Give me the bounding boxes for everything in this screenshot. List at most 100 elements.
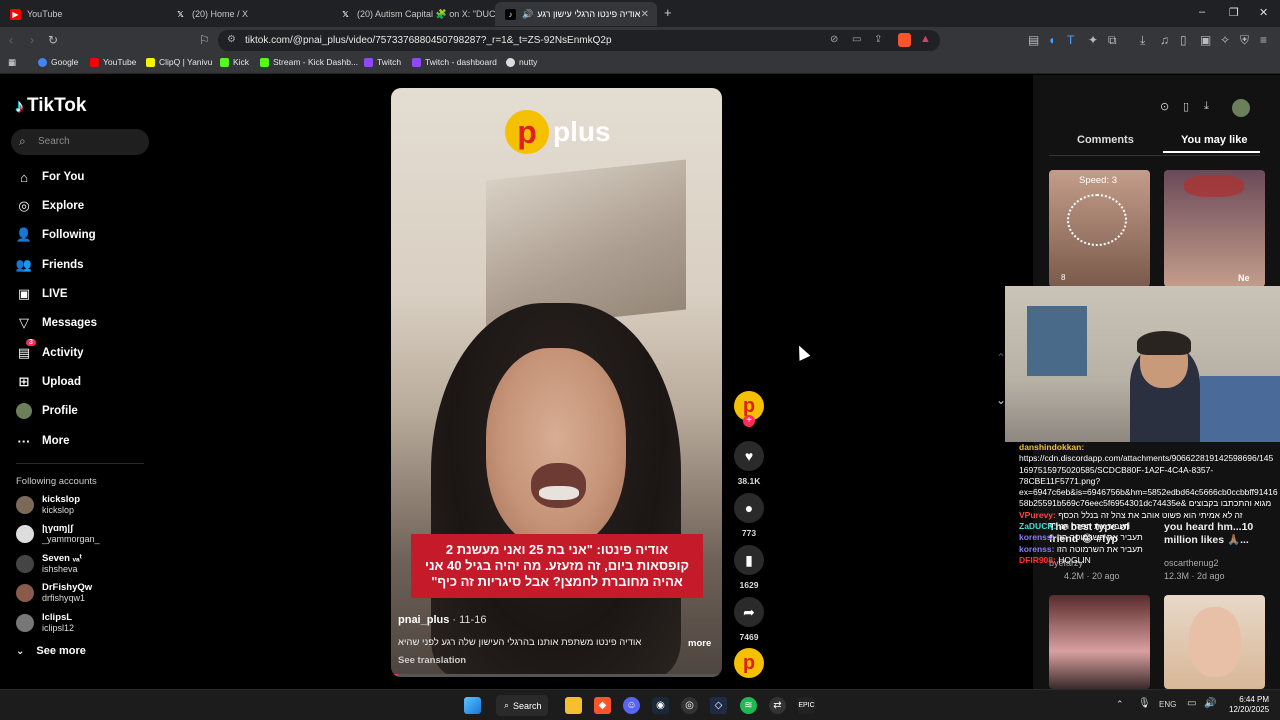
site-info-icon[interactable]: ⚙	[227, 34, 236, 45]
tab-youtube[interactable]: ▶ YouTube	[0, 2, 165, 26]
tab-x-home[interactable]: 𝕏 (20) Home / X	[165, 2, 330, 26]
suggested-video-1[interactable]: Speed: 3 8	[1049, 170, 1150, 287]
bookmark-icon[interactable]: ⚐	[199, 33, 210, 47]
tab-x-autism-capital[interactable]: 𝕏 (20) Autism Capital 🧩 on X: "DUCK	[330, 2, 495, 26]
extension-4-icon[interactable]: ✦	[1088, 33, 1098, 47]
account-ishsheva[interactable]: Seven ᵥₐᵗ ishsheva	[16, 553, 82, 574]
bookmark-kick-dashboard[interactable]: Stream - Kick Dashb...	[260, 57, 358, 67]
see-more-button[interactable]: ⌄ See more	[16, 645, 86, 657]
tray-chevron-icon[interactable]: ⌃	[1116, 699, 1124, 710]
nav-live[interactable]: ▣ LIVE	[16, 286, 68, 302]
account-iclipsl[interactable]: lclipsL iclipsl12	[16, 612, 74, 633]
account-drfishyqw[interactable]: DrFishyQw drfishyqw1	[16, 582, 92, 603]
new-tab-button[interactable]: +	[664, 5, 672, 20]
account-kickslop[interactable]: kickslop kickslop	[16, 494, 80, 515]
device-icon[interactable]: ▯	[1183, 100, 1189, 113]
app-icon[interactable]: ◇	[710, 697, 727, 714]
extensions-puzzle-icon[interactable]: ⧉	[1108, 33, 1117, 48]
creator-avatar-button[interactable]: p +	[732, 391, 766, 427]
discord-icon[interactable]: ☺	[623, 697, 640, 714]
share-button[interactable]: ➦ 7469	[732, 597, 766, 642]
share-icon[interactable]: ⇪	[874, 34, 882, 45]
tab-you-may-like[interactable]: You may like	[1181, 134, 1247, 146]
vpn-icon[interactable]: ⛨	[1240, 33, 1249, 48]
nav-messages[interactable]: ▽ Messages	[16, 315, 97, 331]
cast-icon[interactable]: ▭	[852, 34, 861, 45]
close-window-button[interactable]: ✕	[1259, 6, 1268, 19]
apps-icon[interactable]: ▦	[8, 57, 16, 68]
media-icon[interactable]: ♫	[1160, 33, 1169, 47]
microphone-icon[interactable]: 🎙	[1138, 698, 1151, 709]
video-author[interactable]: pnai_plus · 11-16	[398, 614, 486, 626]
brave-rewards-icon[interactable]: ▲	[920, 33, 931, 45]
bookmark-google[interactable]: Google	[38, 57, 78, 67]
maximize-button[interactable]: ❐	[1229, 6, 1239, 19]
nav-upload[interactable]: ⊞ Upload	[16, 374, 81, 390]
steam-icon[interactable]: ◉	[652, 697, 669, 714]
sound-disc-button[interactable]: p	[732, 648, 766, 678]
menu-icon[interactable]: ≡	[1260, 33, 1267, 47]
video-player[interactable]: p plus אודיה פינטו: "אני בת 25 ואני מעשנ…	[391, 88, 722, 677]
suggested-video-3[interactable]	[1049, 595, 1150, 689]
nav-friends[interactable]: 👥 Friends	[16, 257, 84, 273]
suggested-video-4[interactable]	[1164, 595, 1265, 689]
reload-icon[interactable]: ↻	[48, 33, 58, 47]
download-icon[interactable]: ⤓	[1140, 33, 1145, 48]
download-app-icon[interactable]: ⤓	[1204, 100, 1209, 113]
nav-activity[interactable]: ▤ 3 Activity	[16, 339, 84, 361]
save-button[interactable]: ▮ 1629	[732, 545, 766, 590]
bookmark-kick[interactable]: Kick	[220, 57, 249, 67]
author-name[interactable]: pnai_plus	[398, 614, 449, 626]
bookmark-clipq[interactable]: ClipQ | Yanivu	[146, 57, 212, 67]
close-tab-icon[interactable]: ✕	[641, 9, 649, 20]
nav-following[interactable]: 👤 Following	[16, 227, 96, 243]
bookmark-nutty[interactable]: nutty	[506, 57, 537, 67]
forward-icon[interactable]: ›	[30, 33, 34, 47]
wallet-icon[interactable]: ▣	[1200, 33, 1211, 47]
chevron-down-icon: ⌄	[16, 645, 25, 657]
like-button[interactable]: ♥ 38.1K	[732, 441, 766, 486]
see-translation-link[interactable]: See translation	[398, 655, 466, 666]
bookmark-youtube[interactable]: YouTube	[90, 57, 136, 67]
volume-icon[interactable]: 🔊	[1204, 698, 1216, 709]
nav-more[interactable]: ··· More	[16, 433, 70, 449]
language-indicator[interactable]: ENG	[1159, 700, 1176, 709]
sound-off-icon[interactable]: ⊘	[830, 34, 838, 45]
brave-shield-icon[interactable]	[898, 33, 911, 47]
user-avatar[interactable]	[1232, 99, 1250, 117]
sidebar-icon[interactable]: ▯	[1180, 33, 1187, 47]
epic-games-icon[interactable]: EPIC	[798, 697, 815, 714]
comment-button[interactable]: ● 773	[732, 493, 766, 538]
nav-profile[interactable]: Profile	[16, 403, 78, 419]
bookmark-twitch[interactable]: Twitch	[364, 57, 401, 67]
bookmark-twitch-dashboard[interactable]: Twitch - dashboard	[412, 57, 497, 67]
extension-2-icon[interactable]: ◖	[1048, 33, 1055, 47]
leo-ai-icon[interactable]: ✧	[1220, 33, 1230, 47]
network-icon[interactable]: ▭	[1187, 698, 1196, 709]
suggested-video-2[interactable]: Ne	[1164, 170, 1265, 287]
brave-browser-icon[interactable]: ◆	[594, 697, 611, 714]
account-yammorgan[interactable]: |ʅγɑɱ|ʃ _yammorgan_	[16, 523, 100, 544]
windows-start-icon[interactable]	[464, 697, 481, 714]
speaker-icon[interactable]: 🔊	[522, 9, 533, 20]
extension-1-icon[interactable]: ▤	[1028, 33, 1039, 47]
back-icon[interactable]: ‹	[9, 33, 13, 47]
video-progress-bar[interactable]	[391, 674, 722, 677]
file-explorer-icon[interactable]	[565, 697, 582, 714]
extension-3-icon[interactable]: T	[1067, 33, 1074, 47]
search-input[interactable]: ⌕ Search	[11, 129, 149, 155]
more-button[interactable]: more	[688, 638, 711, 649]
tiktok-logo[interactable]: ♪ TikTok	[15, 95, 86, 117]
spotify-icon[interactable]: ≋	[740, 697, 757, 714]
clock[interactable]: 6:44 PM 12/20/2025	[1229, 695, 1269, 716]
obs-icon[interactable]: ◎	[681, 697, 698, 714]
taskbar-search[interactable]: ⌕ Search	[496, 695, 548, 716]
tab-tiktok[interactable]: ♪ 🔊 אודיה פינטו הרגלי עישון רגע ✕	[495, 2, 657, 26]
tab-comments[interactable]: Comments	[1077, 134, 1134, 146]
compass-icon[interactable]: ⊙	[1160, 100, 1169, 113]
nav-for-you[interactable]: ⌂ For You	[16, 169, 84, 185]
minimize-button[interactable]: –	[1199, 6, 1205, 18]
nav-explore[interactable]: ◎ Explore	[16, 198, 84, 214]
app-icon-2[interactable]: ⇄	[769, 697, 786, 714]
address-bar[interactable]: ⚙ tiktok.com/@pnai_plus/video/7573376880…	[218, 30, 940, 51]
